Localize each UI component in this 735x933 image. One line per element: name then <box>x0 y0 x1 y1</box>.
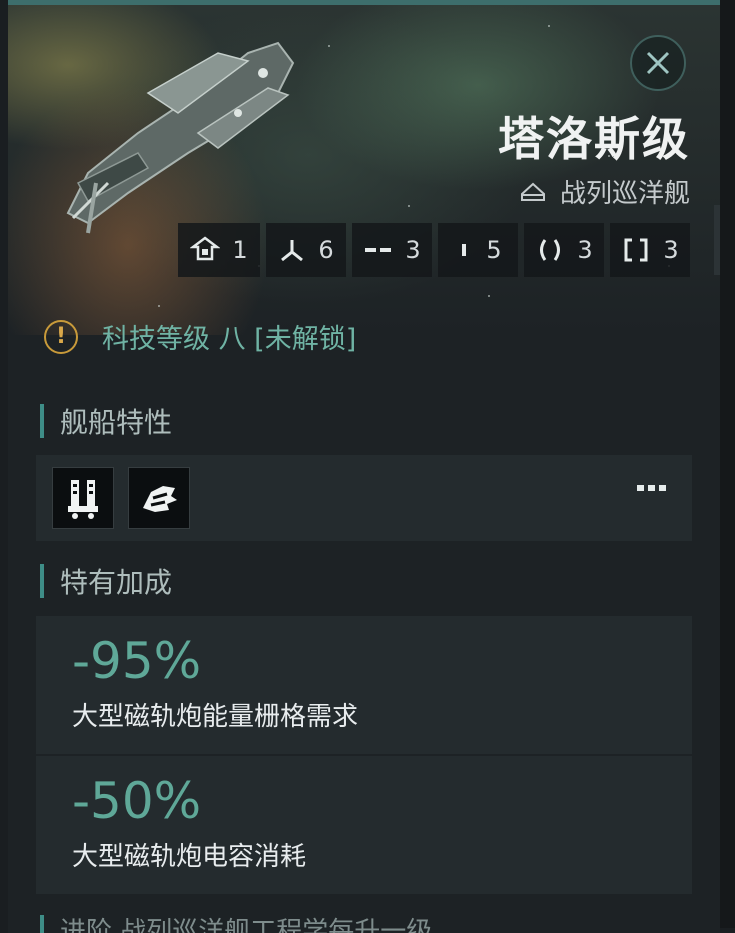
warning-icon: ! <box>44 319 78 354</box>
traits-row <box>36 455 692 541</box>
slot-stats: 1 6 3 5 3 3 <box>178 223 690 277</box>
stat-rig-slot[interactable]: 3 <box>610 223 690 277</box>
tech-level-text: 科技等级 八 [未解锁] <box>102 324 357 355</box>
stat-value: 6 <box>318 236 334 264</box>
more-options-button[interactable] <box>637 485 666 491</box>
tech-level-row: ! 科技等级 八 [未解锁] <box>44 317 356 356</box>
brackets-icon <box>624 238 648 262</box>
rail-launcher-icon <box>68 480 98 519</box>
stat-high-slot[interactable]: 3 <box>352 223 432 277</box>
ship-class-icon <box>520 182 545 201</box>
stat-value: 1 <box>232 236 248 264</box>
ship-class-label: 战列巡洋舰 <box>559 179 690 209</box>
bonus-card: -95% 大型磁轨炮能量栅格需求 <box>36 616 692 754</box>
double-dash-icon <box>365 248 392 252</box>
stat-hangar[interactable]: 1 <box>178 223 260 277</box>
stat-value: 5 <box>486 236 502 264</box>
single-bar-icon <box>462 244 467 256</box>
next-section-header-partial: 进阶 战列巡洋舰工程学每升一级 <box>40 911 700 933</box>
stat-value: 3 <box>663 236 679 264</box>
trait-armored-fist[interactable] <box>128 467 190 529</box>
ship-class: 战列巡洋舰 <box>518 173 690 210</box>
ship-name: 塔洛斯级 <box>498 112 690 166</box>
stat-low-slot[interactable]: 3 <box>524 223 604 277</box>
parentheses-icon <box>540 239 561 261</box>
section-accent-bar <box>40 564 44 598</box>
armored-fist-icon <box>143 486 177 512</box>
stat-mid-slot[interactable]: 5 <box>438 223 518 277</box>
ship-hero-background: 塔洛斯级 战列巡洋舰 1 6 3 5 3 3 <box>8 5 720 335</box>
section-title: 特有加成 <box>60 566 173 599</box>
bonus-value: -95% <box>72 632 202 690</box>
bonus-section-header: 特有加成 <box>40 561 172 601</box>
stat-turret[interactable]: 6 <box>266 223 346 277</box>
stat-value: 3 <box>405 236 421 264</box>
bonus-description: 大型磁轨炮电容消耗 <box>72 842 307 872</box>
bonus-description: 大型磁轨炮能量栅格需求 <box>72 702 359 732</box>
section-accent-bar <box>40 915 44 933</box>
close-button[interactable] <box>630 35 686 91</box>
stat-value: 3 <box>577 236 593 264</box>
close-icon <box>646 51 670 75</box>
background-edge <box>720 0 735 928</box>
section-title: 舰船特性 <box>60 406 173 439</box>
tri-branch-icon <box>281 240 304 262</box>
trait-rail-launcher[interactable] <box>52 467 114 529</box>
ship-image <box>66 41 295 234</box>
hangar-icon <box>190 236 221 261</box>
bonus-card: -50% 大型磁轨炮电容消耗 <box>36 756 692 894</box>
ship-info-panel: 塔洛斯级 战列巡洋舰 1 6 3 5 3 3 ! 科技等级 八 [未解锁] 舰船… <box>8 0 720 933</box>
bonus-value: -50% <box>72 772 202 830</box>
section-accent-bar <box>40 404 44 438</box>
traits-section-header: 舰船特性 <box>40 401 172 441</box>
next-section-title: 进阶 战列巡洋舰工程学每升一级 <box>60 917 433 933</box>
